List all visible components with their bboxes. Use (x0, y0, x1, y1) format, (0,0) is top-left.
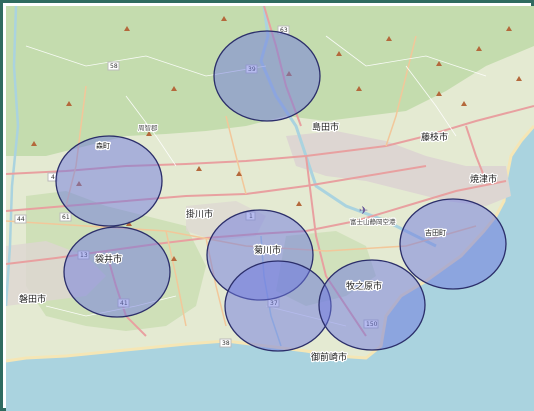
city-label-fujieda: 藤枝市 (421, 131, 448, 143)
city-label-fukuroi: 袋井市 (95, 253, 122, 265)
svg-text:38: 38 (222, 340, 230, 347)
coverage-circle-makinohara[interactable] (318, 259, 426, 351)
map-frame: 63 58 39 1 44 61 41 37 38 150 13 4 ✈ 富士山… (0, 0, 534, 411)
map-canvas[interactable]: 63 58 39 1 44 61 41 37 38 150 13 4 ✈ 富士山… (6, 6, 534, 411)
city-label-omaezaki: 御前崎市 (311, 351, 347, 363)
svg-text:58: 58 (110, 63, 118, 70)
airplane-icon: ✈ (359, 204, 368, 217)
shield-61: 61 (59, 212, 72, 222)
city-label-iwata: 磐田市 (19, 293, 46, 305)
city-label-mori: 森町 (96, 141, 110, 150)
city-label-yaizu: 焼津市 (470, 173, 497, 185)
coverage-circle-fukuroi[interactable] (63, 226, 171, 318)
shield-38: 38 (219, 338, 232, 348)
shield-58: 58 (107, 61, 120, 71)
coverage-circle-yoshida[interactable] (399, 198, 507, 290)
coverage-circle-north[interactable] (213, 30, 321, 122)
city-label-kikugawa: 菊川市 (254, 244, 281, 256)
svg-text:4: 4 (51, 174, 55, 181)
svg-text:44: 44 (17, 216, 25, 223)
svg-text:61: 61 (62, 214, 70, 221)
city-label-makinohara: 牧之原市 (346, 280, 382, 292)
airport-label: 富士山静岡空港 (350, 217, 396, 226)
shield-44: 44 (14, 214, 27, 224)
city-label-yoshida: 吉田町 (425, 229, 446, 237)
city-label-shimada: 島田市 (312, 121, 339, 133)
city-label-kakegawa: 掛川市 (186, 208, 213, 220)
coverage-circle-kikugawa-south[interactable] (224, 260, 332, 352)
district-label-shuchi: 周智郡 (138, 123, 158, 132)
